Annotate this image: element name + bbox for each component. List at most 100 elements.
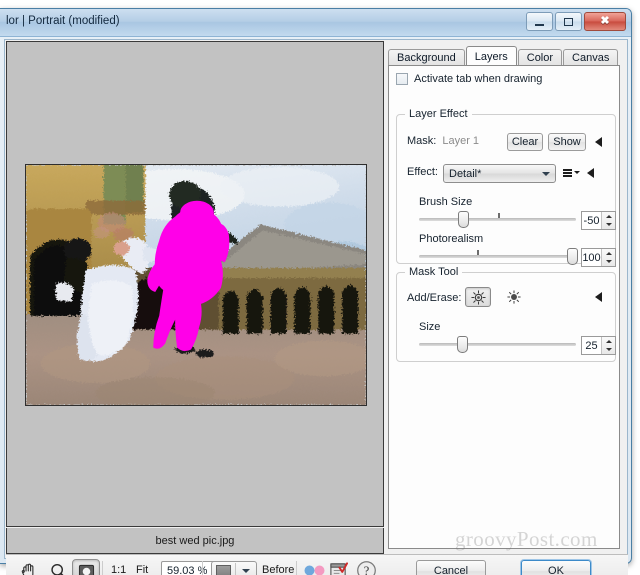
fit-image-tool-button[interactable] <box>72 559 100 575</box>
client-area: best wed pic.jpg Background Layers Color… <box>4 39 628 575</box>
brush-size-spin-buttons[interactable] <box>601 212 615 229</box>
layer-effect-group-title: Layer Effect <box>405 108 472 120</box>
toolbar-separator-3 <box>296 561 297 575</box>
mask-size-stepper[interactable]: 25 <box>581 336 616 355</box>
brush-size-stepper[interactable]: -50 <box>581 211 616 230</box>
before-toggle[interactable]: Before <box>262 564 294 575</box>
close-button[interactable]: ✖ <box>584 12 626 31</box>
swatch-divider <box>235 563 236 575</box>
mask-tool-group-title: Mask Tool <box>405 266 463 278</box>
tab-canvas[interactable]: Canvas <box>563 49 619 66</box>
clear-mask-label: Clear <box>511 136 539 148</box>
photorealism-track[interactable] <box>419 250 576 258</box>
fit-label: Fit <box>136 564 149 575</box>
presets-button[interactable] <box>329 561 348 575</box>
mask-size-track[interactable] <box>419 343 576 346</box>
brush-size-spin-down-icon[interactable] <box>602 221 615 230</box>
mask-collapse-arrow-icon[interactable] <box>595 137 602 147</box>
one-to-one-label: 1:1 <box>111 564 127 575</box>
photorealism-stepper[interactable]: 100 <box>581 248 616 267</box>
hand-tool-button[interactable] <box>14 559 42 575</box>
mask-tool-group: Mask Tool Add/Erase: Size 25 <box>396 266 616 362</box>
svg-text:?: ? <box>364 564 370 575</box>
compare-swatch-select[interactable] <box>211 561 257 575</box>
photorealism-spin-down-icon[interactable] <box>602 258 615 267</box>
mask-size-thumb[interactable] <box>456 336 468 353</box>
show-mask-label: Show <box>553 136 581 148</box>
minimize-icon <box>535 23 544 26</box>
brush-size-spin-up-icon[interactable] <box>602 212 615 221</box>
activate-tab-label: Activate tab when drawing <box>414 73 543 85</box>
fit-button[interactable]: Fit <box>136 564 148 575</box>
mask-row: Mask: Layer 1 <box>407 135 479 147</box>
mask-size-spin-up-icon[interactable] <box>602 337 615 346</box>
application-window: lor | Portrait (modified) ✖ best wed pic… <box>0 8 632 575</box>
before-label: Before <box>262 564 295 575</box>
image-canvas[interactable] <box>25 164 367 406</box>
color-dots-button[interactable] <box>304 565 326 575</box>
photorealism-label: Photorealism <box>419 233 484 245</box>
help-button[interactable]: ? <box>356 560 377 575</box>
chevron-down-icon <box>542 171 550 176</box>
show-mask-button[interactable]: Show <box>548 133 586 151</box>
tool-panel: Background Layers Color Canvas Activate … <box>386 41 627 553</box>
brush-size-value: -50 <box>583 214 600 227</box>
photorealism-spin-buttons[interactable] <box>601 249 615 266</box>
mask-add-button[interactable] <box>465 287 491 307</box>
tab-panel-body: Activate tab when drawing Layer Effect M… <box>388 65 620 549</box>
minimize-button[interactable] <box>526 12 553 31</box>
screenshot-root: lor | Portrait (modified) ✖ best wed pic… <box>0 0 640 575</box>
two-color-dots-icon <box>304 565 325 575</box>
mask-size-spin-down-icon[interactable] <box>602 346 615 355</box>
brush-erase-icon <box>507 290 521 304</box>
cancel-label: Cancel <box>433 565 469 575</box>
mask-tool-collapse-arrow-icon[interactable] <box>595 292 602 302</box>
tab-color[interactable]: Color <box>517 49 563 66</box>
ok-label: OK <box>548 565 564 575</box>
ok-button[interactable]: OK <box>521 560 591 575</box>
toolbar-separator-1 <box>102 561 103 575</box>
cancel-button[interactable]: Cancel <box>416 560 486 575</box>
add-erase-row: Add/Erase: <box>407 292 461 304</box>
tab-color-label: Color <box>526 52 554 64</box>
effect-label: Effect: <box>407 166 438 178</box>
brush-size-thumb[interactable] <box>458 211 470 228</box>
tab-layers[interactable]: Layers <box>465 46 517 66</box>
toolbar-separator-2 <box>202 561 203 575</box>
mask-erase-button[interactable] <box>501 287 527 307</box>
add-erase-label: Add/Erase: <box>407 292 462 304</box>
swatch-chevron-down-icon <box>242 569 250 573</box>
artwork-painting <box>26 165 366 405</box>
maximize-button[interactable] <box>555 12 582 31</box>
clear-mask-button[interactable]: Clear <box>507 133 543 151</box>
hand-icon <box>21 563 33 575</box>
menu-caret-icon <box>574 171 580 175</box>
brush-size-tick <box>497 213 500 218</box>
help-question-icon: ? <box>357 561 376 575</box>
activate-tab-checkbox[interactable] <box>396 73 408 85</box>
tab-background[interactable]: Background <box>388 49 465 66</box>
window-title: lor | Portrait (modified) <box>6 15 120 27</box>
title-bar[interactable]: lor | Portrait (modified) ✖ <box>0 9 631 37</box>
activate-tab-checkbox-row[interactable]: Activate tab when drawing <box>396 73 542 85</box>
zoom-tool-button[interactable] <box>44 559 72 575</box>
brush-add-icon <box>470 289 486 305</box>
image-viewer[interactable] <box>6 41 384 527</box>
effect-collapse-arrow-icon[interactable] <box>587 168 594 178</box>
mask-value: Layer 1 <box>442 135 480 147</box>
brush-size-track[interactable] <box>419 213 576 221</box>
photorealism-tick <box>477 250 480 255</box>
layer-effect-group: Layer Effect Mask: Layer 1 Clear Show Ef… <box>396 108 616 267</box>
one-to-one-button[interactable]: 1:1 <box>111 564 126 575</box>
photorealism-spin-up-icon[interactable] <box>602 249 615 258</box>
mask-label: Mask: <box>407 135 437 147</box>
zoom-level-value: 59.03 % <box>167 565 208 575</box>
tab-canvas-label: Canvas <box>572 52 610 64</box>
tab-layers-label: Layers <box>474 50 508 63</box>
mask-size-label: Size <box>419 321 441 333</box>
magnifier-icon <box>50 563 64 575</box>
photorealism-thumb[interactable] <box>566 248 578 265</box>
effect-select[interactable]: Detail* <box>443 164 556 183</box>
effect-menu-icon[interactable] <box>563 169 580 177</box>
mask-size-spin-buttons[interactable] <box>601 337 615 354</box>
